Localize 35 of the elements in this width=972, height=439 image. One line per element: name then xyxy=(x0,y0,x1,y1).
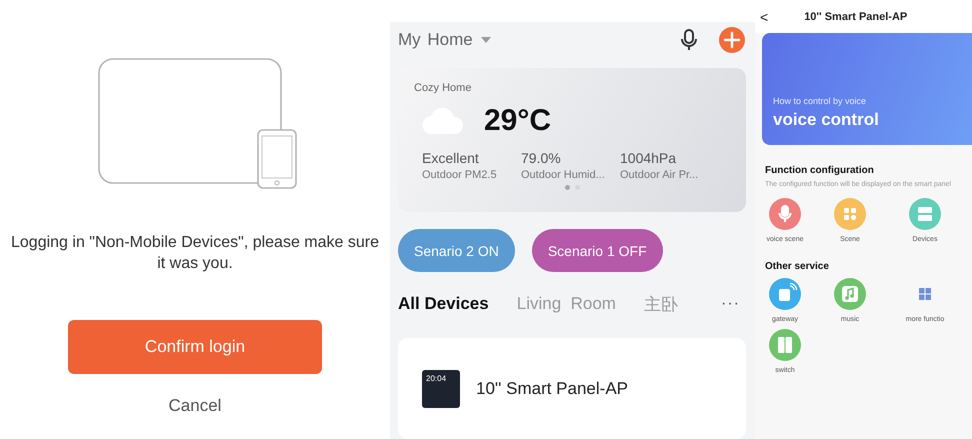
cancel-button[interactable]: Cancel xyxy=(168,396,222,416)
music-note-icon[interactable] xyxy=(834,278,866,310)
stat-label: Outdoor Humid... xyxy=(521,169,606,181)
page-title: 10'' Smart Panel-AP xyxy=(804,10,908,22)
gateway-icon[interactable] xyxy=(769,278,801,310)
confirm-login-button[interactable]: Confirm login xyxy=(68,320,322,374)
banner-title: voice control xyxy=(773,110,880,130)
stat-value: 1004hPa xyxy=(620,150,678,166)
grid-icon[interactable] xyxy=(834,198,866,230)
microphone-icon[interactable] xyxy=(681,29,697,51)
back-button[interactable]: < xyxy=(760,8,768,24)
caret-icon[interactable] xyxy=(480,37,491,43)
server-icon[interactable] xyxy=(909,198,941,230)
home-selector[interactable]: My Home xyxy=(398,30,473,50)
scene-button[interactable]: Senario 2 ON xyxy=(398,229,515,272)
temperature: 29°C xyxy=(484,104,552,138)
panel-thumbnail: 20:04 xyxy=(422,370,460,408)
login-message: Logging in "Non-Mobile Devices", please make sure it was you. xyxy=(10,233,380,274)
scene-button[interactable]: Scenario 1 OFF xyxy=(532,229,663,272)
more-tabs-button[interactable]: ··· xyxy=(721,295,740,313)
add-icon[interactable] xyxy=(719,27,745,53)
voice-control-banner[interactable]: How to control by voice voice control xyxy=(762,33,972,145)
stat-label: Outdoor PM2.5 xyxy=(422,169,498,181)
weather-location: Cozy Home xyxy=(414,82,472,94)
room-tab[interactable]: All Devices xyxy=(398,294,489,314)
banner-subtitle: How to control by voice xyxy=(773,96,868,106)
section-title: Function configuration xyxy=(765,165,875,176)
stat-value: Excellent xyxy=(422,150,480,166)
weather-card[interactable]: Cozy Home 29°C Excellent Outdoor PM2.5 79.0% Outdoor Humid... 1004hPa Outdoor Air Pr... xyxy=(398,68,746,212)
device-card[interactable]: 20:04 10'' Smart Panel-AP xyxy=(398,338,746,439)
stat-label: Outdoor Air Pr... xyxy=(620,169,700,181)
device-name: 10'' Smart Panel-AP xyxy=(476,378,628,398)
section-title: Other service xyxy=(765,261,830,272)
switch-icon[interactable] xyxy=(769,329,801,361)
stat-value: 79.0% xyxy=(521,150,562,166)
